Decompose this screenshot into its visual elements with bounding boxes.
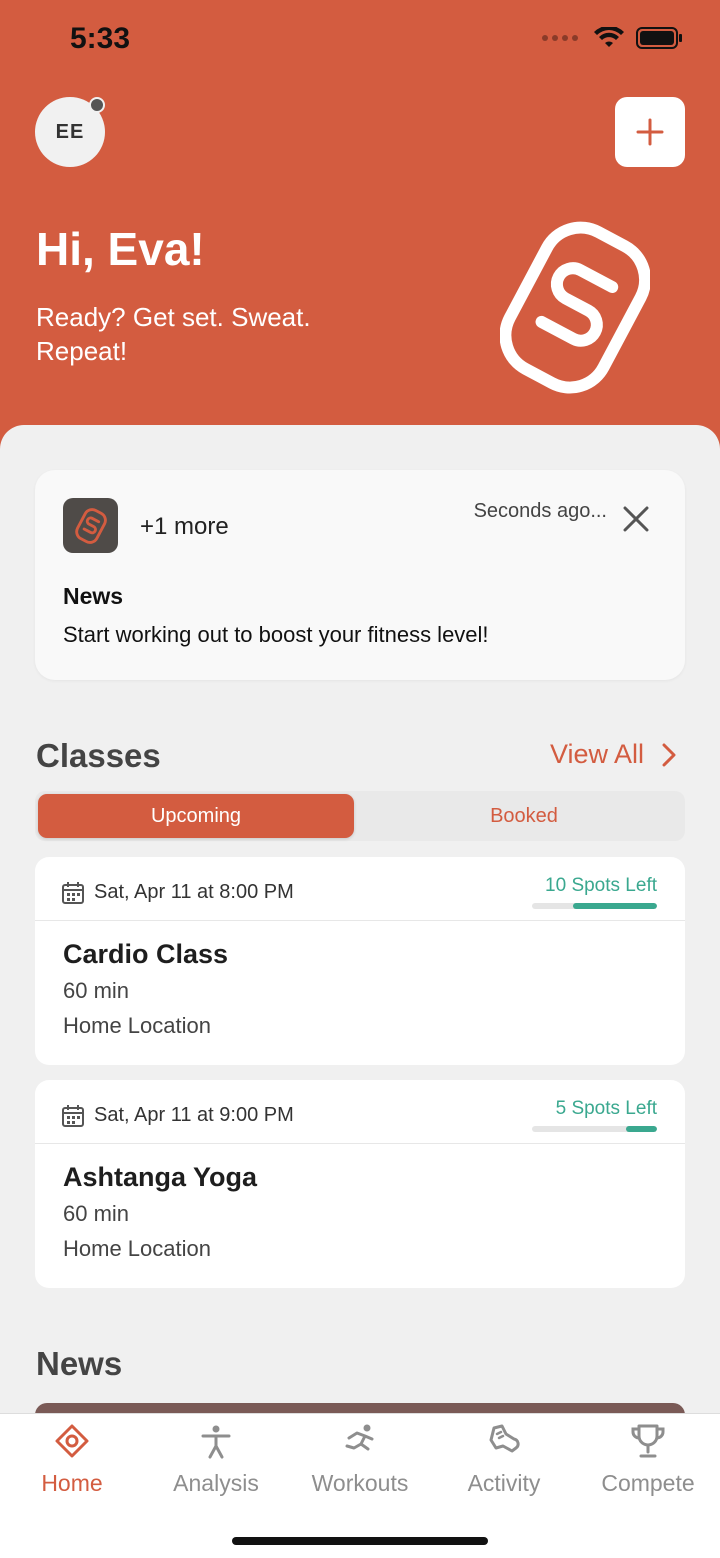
class-card-header: Sat, Apr 11 at 8:00 PM 10 Spots Left xyxy=(35,857,685,921)
class-location: Home Location xyxy=(63,1013,211,1038)
tagline: Ready? Get set. Sweat. Repeat! xyxy=(36,302,311,366)
person-icon xyxy=(201,1425,231,1459)
view-all-link[interactable]: View All xyxy=(550,739,676,770)
class-date: Sat, Apr 11 at 9:00 PM xyxy=(94,1104,294,1126)
chevron-right-icon xyxy=(662,743,676,766)
add-button[interactable] xyxy=(615,97,685,167)
signal-icon xyxy=(542,35,578,41)
tab-workouts[interactable]: Workouts xyxy=(288,1422,432,1497)
class-duration: 60 min xyxy=(63,978,130,1003)
class-name: Cardio Class xyxy=(63,939,229,969)
tab-booked[interactable]: Booked xyxy=(366,794,682,838)
spots-left: 10 Spots Left xyxy=(545,875,657,896)
tab-upcoming[interactable]: Upcoming xyxy=(38,794,354,838)
classes-tabs: Upcoming Booked xyxy=(35,791,685,841)
battery-icon xyxy=(636,27,682,49)
calendar-icon xyxy=(62,1105,84,1127)
spots-progress xyxy=(532,1126,657,1132)
plus-icon xyxy=(636,118,664,146)
spots-left: 5 Spots Left xyxy=(555,1098,657,1119)
notification-time: Seconds ago... xyxy=(473,500,607,522)
class-card[interactable]: Sat, Apr 11 at 9:00 PM 5 Spots Left Asht… xyxy=(35,1080,685,1288)
class-location: Home Location xyxy=(63,1236,211,1261)
class-card-header: Sat, Apr 11 at 9:00 PM 5 Spots Left xyxy=(35,1080,685,1144)
tab-home-label: Home xyxy=(41,1470,103,1496)
avatar-status-dot xyxy=(89,97,105,113)
view-all-label: View All xyxy=(549,739,644,769)
tab-activity-label: Activity xyxy=(467,1470,541,1496)
brand-logo-icon xyxy=(500,221,650,394)
tab-workouts-label: Workouts xyxy=(311,1470,409,1496)
class-card[interactable]: Sat, Apr 11 at 8:00 PM 10 Spots Left Car… xyxy=(35,857,685,1065)
tab-home[interactable]: Home xyxy=(0,1422,144,1497)
status-time: 5:33 xyxy=(70,22,131,55)
spots-progress-fill xyxy=(625,1126,657,1132)
tab-analysis-label: Analysis xyxy=(173,1470,259,1496)
tab-analysis[interactable]: Analysis xyxy=(144,1422,288,1497)
home-indicator xyxy=(232,1537,488,1545)
app-icon xyxy=(63,498,118,553)
notification-title: News xyxy=(63,583,124,609)
tab-compete[interactable]: Compete xyxy=(576,1422,720,1497)
tab-compete-label: Compete xyxy=(601,1470,695,1496)
notification-card[interactable]: +1 more Seconds ago... News Start workin… xyxy=(35,470,685,680)
avatar-initials: EE xyxy=(55,120,85,143)
notification-more: +1 more xyxy=(140,513,229,540)
wifi-icon xyxy=(594,27,624,47)
notification-body: Start working out to boost your fitness … xyxy=(63,622,489,647)
news-title: News xyxy=(36,1345,123,1382)
home-icon xyxy=(55,1424,89,1458)
avatar[interactable]: EE xyxy=(35,97,105,167)
tab-bar: Home Analysis Workouts Activity Compete xyxy=(0,1413,720,1558)
header: 5:33 EE Hi, Eva! Ready? Get set. Sweat. … xyxy=(0,0,720,470)
class-date: Sat, Apr 11 at 8:00 PM xyxy=(94,881,294,903)
status-icons xyxy=(542,26,684,50)
runner-icon xyxy=(345,1424,374,1451)
shoe-icon xyxy=(489,1424,520,1453)
app-logo-icon xyxy=(74,507,107,544)
tab-activity[interactable]: Activity xyxy=(432,1422,576,1497)
main-content: +1 more Seconds ago... News Start workin… xyxy=(0,425,720,1423)
greeting: Hi, Eva! xyxy=(36,223,205,275)
close-icon[interactable] xyxy=(621,504,651,534)
class-name: Ashtanga Yoga xyxy=(63,1162,258,1192)
class-duration: 60 min xyxy=(63,1201,130,1226)
classes-title: Classes xyxy=(36,737,161,774)
spots-progress-fill xyxy=(573,903,657,909)
spots-progress xyxy=(532,903,657,909)
calendar-icon xyxy=(62,882,84,904)
trophy-icon xyxy=(631,1424,665,1458)
